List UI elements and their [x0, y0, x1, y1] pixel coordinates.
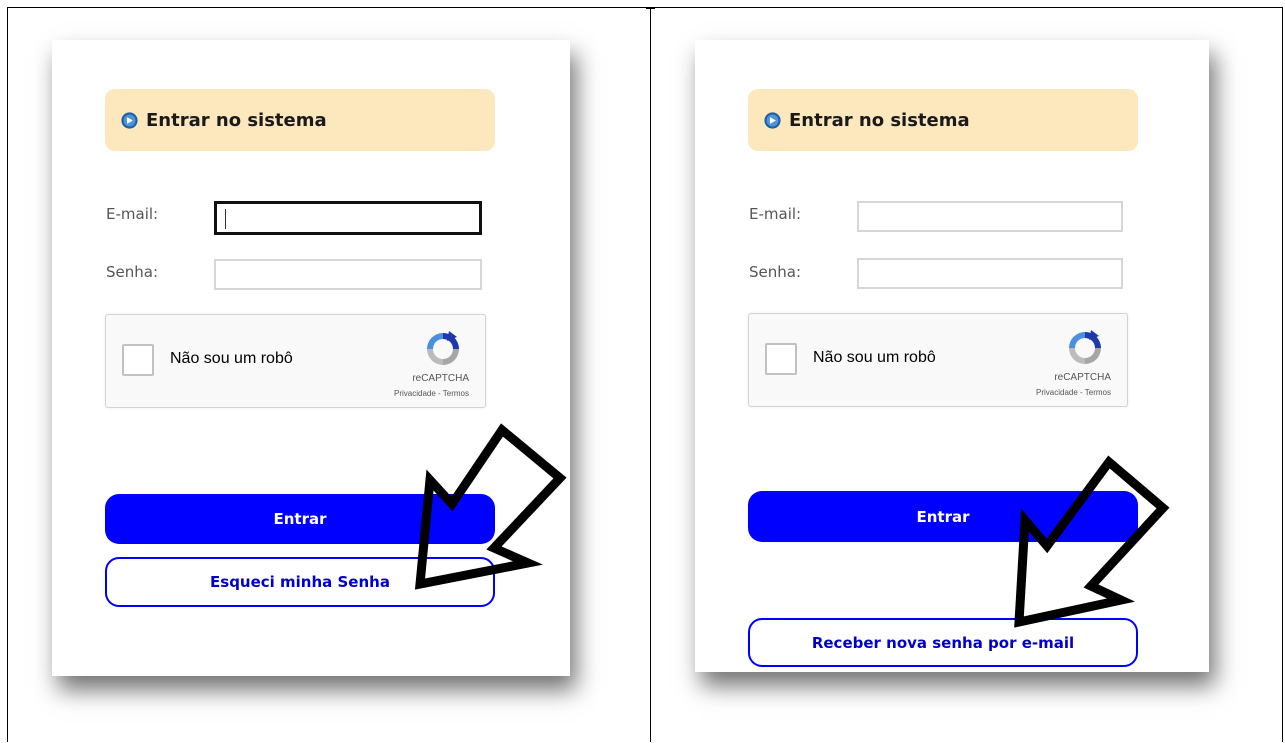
password-label: Senha:: [106, 263, 159, 281]
frame-tick: [646, 7, 655, 9]
password-input[interactable]: [857, 258, 1123, 289]
login-title: Entrar no sistema: [789, 109, 970, 131]
recaptcha-widget: Não sou um robô reCAPTCHA Privacidade - …: [748, 313, 1128, 407]
recaptcha-privacy-links[interactable]: Privacidade - Termos: [394, 389, 469, 398]
annotation-arrow-right: [1014, 455, 1170, 628]
recaptcha-label: Não sou um robô: [813, 349, 936, 366]
frame-divider: [650, 7, 651, 742]
password-input[interactable]: [214, 259, 482, 290]
recaptcha-label: Não sou um robô: [170, 350, 293, 367]
text-cursor: [225, 209, 226, 229]
recaptcha-checkbox[interactable]: [765, 343, 797, 375]
recaptcha-privacy-links[interactable]: Privacidade - Termos: [1036, 388, 1111, 397]
email-input[interactable]: [857, 201, 1123, 232]
info-circle-icon: [121, 111, 138, 129]
email-input[interactable]: [214, 201, 482, 235]
recaptcha-checkbox[interactable]: [122, 344, 154, 376]
login-title: Entrar no sistema: [146, 109, 327, 131]
email-label: E-mail:: [106, 205, 159, 223]
annotation-arrow-left: [414, 423, 567, 590]
frame-border-left: [7, 7, 8, 742]
recaptcha-logo-icon: [1069, 330, 1101, 364]
recaptcha-logo-icon: [427, 331, 459, 365]
recaptcha-brand: reCAPTCHA: [412, 373, 469, 384]
login-header: Entrar no sistema: [105, 89, 495, 151]
recaptcha-brand: reCAPTCHA: [1054, 372, 1111, 383]
login-header: Entrar no sistema: [748, 89, 1138, 151]
recaptcha-widget: Não sou um robô reCAPTCHA Privacidade - …: [105, 314, 486, 408]
password-label: Senha:: [749, 263, 802, 281]
frame-border-right: [1282, 7, 1283, 742]
info-circle-icon: [764, 111, 781, 129]
email-label: E-mail:: [749, 205, 802, 223]
